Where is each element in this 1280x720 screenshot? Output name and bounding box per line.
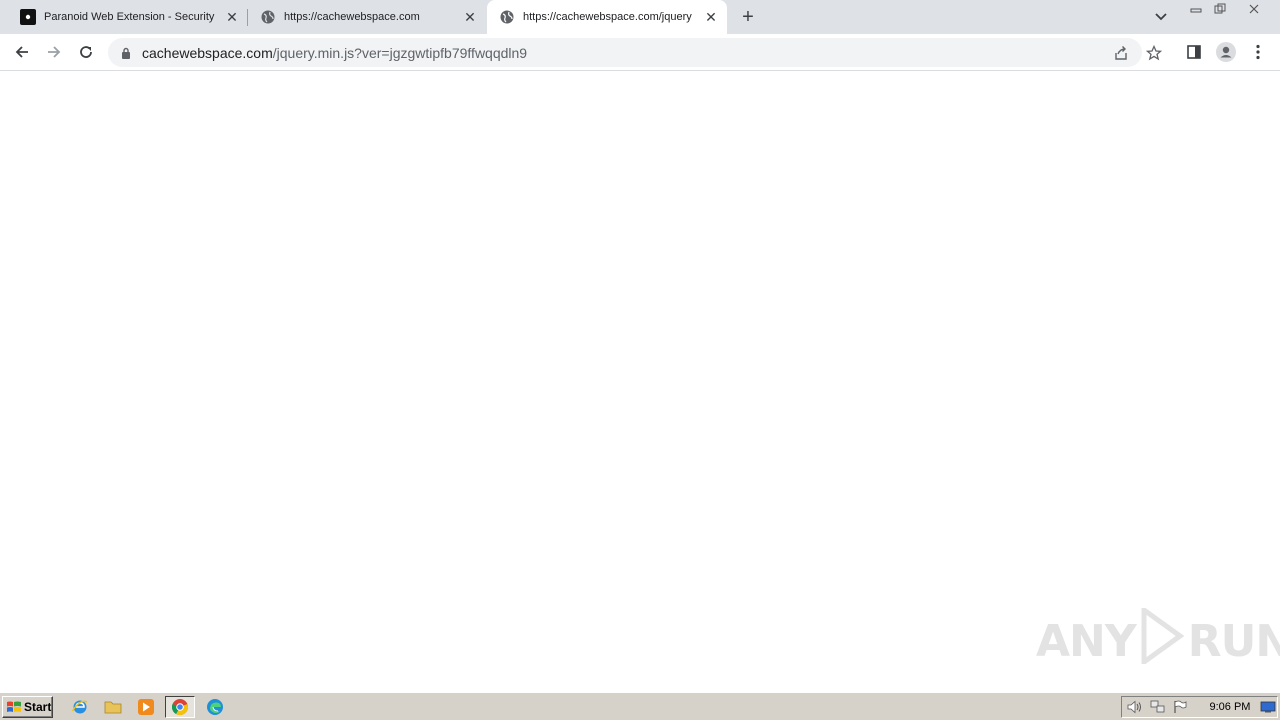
watermark-left: ANY bbox=[1036, 615, 1137, 667]
address-bar[interactable]: cachewebspace.com/jquery.min.js?ver=jgzg… bbox=[108, 38, 1162, 67]
volume-icon[interactable] bbox=[1126, 699, 1145, 715]
clock[interactable]: 9:06 PM bbox=[1210, 701, 1251, 713]
url-text[interactable]: cachewebspace.com/jquery.min.js?ver=jgzg… bbox=[142, 45, 527, 61]
lock-icon[interactable] bbox=[119, 46, 133, 60]
back-arrow-icon[interactable] bbox=[10, 40, 34, 64]
windows-flag-icon bbox=[6, 700, 22, 714]
file-explorer-icon[interactable] bbox=[102, 697, 124, 717]
close-icon[interactable]: ✕ bbox=[462, 9, 478, 25]
forward-arrow-icon[interactable] bbox=[42, 40, 66, 64]
globe-icon bbox=[499, 9, 515, 25]
edge-icon[interactable] bbox=[204, 697, 226, 717]
tab-search-chevron-down-icon[interactable] bbox=[1150, 7, 1172, 27]
close-icon[interactable]: ✕ bbox=[703, 9, 719, 25]
show-desktop-icon[interactable] bbox=[1258, 699, 1277, 715]
tab-title: https://cachewebspace.com bbox=[284, 11, 420, 23]
close-window-icon[interactable] bbox=[1243, 0, 1265, 17]
tab-title: Paranoid Web Extension - Security E bbox=[44, 11, 218, 23]
url-host: cachewebspace.com bbox=[142, 44, 273, 61]
watermark-right: RUN bbox=[1187, 615, 1280, 667]
profile-avatar-icon[interactable] bbox=[1214, 40, 1238, 64]
page-content bbox=[0, 72, 1280, 692]
internet-explorer-icon[interactable] bbox=[69, 697, 91, 717]
tab-paranoid-extension[interactable]: Paranoid Web Extension - Security E ✕ bbox=[0, 0, 248, 34]
tab-cachewebspace-jquery[interactable]: https://cachewebspace.com/jquery ✕ bbox=[487, 0, 727, 34]
globe-icon bbox=[260, 9, 276, 25]
tab-title: https://cachewebspace.com/jquery bbox=[523, 11, 692, 23]
play-icon bbox=[1140, 604, 1185, 675]
new-tab-button[interactable]: + bbox=[737, 6, 759, 28]
minimize-icon[interactable] bbox=[1185, 0, 1207, 17]
reload-icon[interactable] bbox=[74, 40, 98, 64]
tab-cachewebspace[interactable]: https://cachewebspace.com ✕ bbox=[248, 0, 486, 34]
chrome-icon[interactable] bbox=[165, 696, 195, 718]
tab-strip: Paranoid Web Extension - Security E ✕ ht… bbox=[0, 0, 1280, 34]
network-icon[interactable] bbox=[1149, 699, 1168, 715]
media-player-icon[interactable] bbox=[135, 697, 157, 717]
share-icon[interactable] bbox=[1113, 45, 1129, 61]
restore-icon[interactable] bbox=[1209, 0, 1231, 17]
paranoid-logo-icon bbox=[20, 9, 36, 25]
bookmark-star-icon[interactable] bbox=[1146, 45, 1162, 61]
action-center-flag-icon[interactable] bbox=[1171, 699, 1190, 715]
start-button[interactable]: Start bbox=[2, 696, 53, 718]
system-tray: 9:06 PM bbox=[1121, 696, 1278, 718]
side-panel-icon[interactable] bbox=[1182, 40, 1206, 64]
browser-toolbar: cachewebspace.com/jquery.min.js?ver=jgzg… bbox=[0, 34, 1280, 71]
taskbar: Start 9:06 PM bbox=[0, 692, 1280, 720]
start-label: Start bbox=[24, 700, 52, 714]
url-path: /jquery.min.js?ver=jgzgwtipfb79ffwqqdln9 bbox=[272, 44, 528, 61]
close-icon[interactable]: ✕ bbox=[224, 9, 240, 25]
menu-kebab-icon[interactable] bbox=[1246, 40, 1270, 64]
anyrun-watermark: ANY RUN bbox=[1036, 604, 1280, 676]
